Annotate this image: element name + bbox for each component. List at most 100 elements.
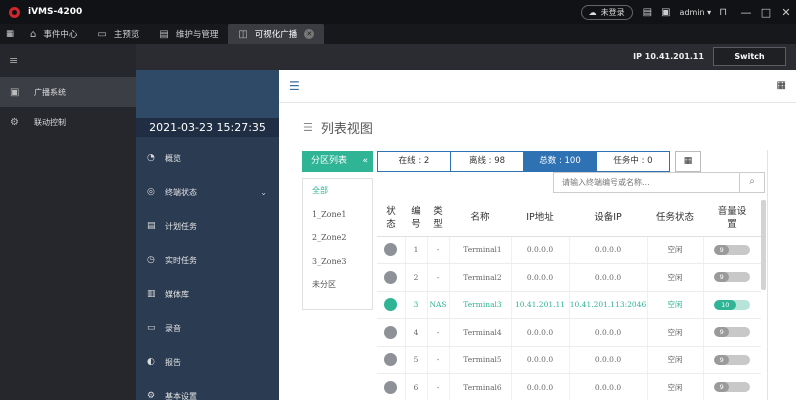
table-row[interactable]: 6- Terminal6 0.0.0.0 0.0.0.0 空闲 9 <box>377 373 761 400</box>
col-status: 状态 <box>377 200 405 237</box>
sidebar-item-overview[interactable]: ◔ 概览 <box>136 141 279 175</box>
sidebar-item-terminal-status[interactable]: ◎ 终端状态 ⌄ <box>136 175 279 209</box>
sidebar-item-label: 实时任务 <box>165 255 197 265</box>
volume-slider[interactable]: 9 <box>714 327 751 338</box>
terminal-search: ⌕ <box>553 172 765 193</box>
datetime-display: 2021-03-23 15:27:35 <box>136 118 279 137</box>
tab-in-task[interactable]: 任务中 : 0 <box>596 151 670 172</box>
menu-maintenance[interactable]: ▤ 维护与管理 <box>149 24 228 44</box>
menu-visual-broadcast[interactable]: ◫ 可视化广播 ✕ <box>228 24 325 44</box>
ip-cell: 0.0.0.0 <box>511 373 570 400</box>
media-library-icon: ▥ <box>147 289 156 299</box>
broadcast-system-icon: ▣ <box>10 86 20 98</box>
module-grid-icon[interactable]: ▦ <box>0 24 20 44</box>
volume-slider[interactable]: 10 <box>714 299 751 310</box>
volume-slider[interactable]: 9 <box>714 354 751 365</box>
ip-cell: 0.0.0.0 <box>511 236 570 264</box>
server-ip: IP 10.41.201.11 <box>633 52 704 61</box>
ip-cell: 0.0.0.0 <box>511 318 570 347</box>
app-grid-icon[interactable]: ▦ <box>777 80 786 91</box>
menu-maintenance-label: 维护与管理 <box>175 30 219 40</box>
vertical-scrollbar[interactable] <box>767 150 773 400</box>
zone-item-all[interactable]: 全部 <box>303 179 372 203</box>
zone-list-label: 分区列表 <box>311 156 348 166</box>
task-status-cell: 空闲 <box>647 291 704 319</box>
table-row[interactable]: 5- Terminal5 0.0.0.0 0.0.0.0 空闲 9 <box>377 346 761 374</box>
nav-linkage-control[interactable]: ⚙ 联动控制 <box>0 107 136 137</box>
zone-item[interactable]: 2_Zone2 <box>303 226 372 250</box>
sidebar-item-schedule[interactable]: ▤ 计划任务 <box>136 209 279 243</box>
grid-view-button[interactable]: ▦ <box>675 151 701 172</box>
volume-value: 9 <box>714 272 730 283</box>
type-cell: - <box>427 263 450 292</box>
image-icon[interactable]: ▣ <box>661 7 670 18</box>
table-row[interactable]: 3 NAS Terminal3 10.41.201.11 10.41.201.113:2… <box>377 291 761 319</box>
menu-main-preview[interactable]: ▭ 主预览 <box>87 24 149 44</box>
offline-status-icon <box>384 270 398 284</box>
close-tab-icon[interactable]: ✕ <box>304 29 315 39</box>
name-cell: Terminal3 <box>449 291 512 319</box>
search-input[interactable] <box>554 173 740 192</box>
volume-slider[interactable]: 9 <box>714 382 751 393</box>
offline-status-icon <box>384 325 398 339</box>
maximize-button[interactable]: □ <box>756 6 776 19</box>
tab-offline[interactable]: 离线 : 98 <box>450 151 524 172</box>
ip-cell: 0.0.0.0 <box>511 263 570 292</box>
type-cell: - <box>427 346 450 374</box>
menu-event-center[interactable]: ⌂ 事件中心 <box>20 24 87 44</box>
volume-slider[interactable]: 9 <box>714 244 751 255</box>
tab-total[interactable]: 总数 : 100 <box>523 151 597 172</box>
menu-main-preview-label: 主预览 <box>113 30 140 40</box>
tab-online[interactable]: 在线 : 2 <box>377 151 451 172</box>
menu-event-center-label: 事件中心 <box>43 30 78 40</box>
sidebar-item-report[interactable]: ◐ 报告 <box>136 345 279 379</box>
login-status-button[interactable]: ☁ 未登录 <box>580 4 633 20</box>
volume-value: 9 <box>714 244 730 255</box>
event-icon: ⌂ <box>30 28 37 40</box>
sidebar-item-realtime[interactable]: ◷ 实时任务 <box>136 243 279 277</box>
sidebar-item-recording[interactable]: ▭ 录音 <box>136 311 279 345</box>
volume-cell: 10 <box>703 291 761 319</box>
number-cell: 6 <box>405 373 428 400</box>
status-cell <box>377 318 406 347</box>
scroll-thumb[interactable] <box>761 200 766 290</box>
collapse-menu-icon[interactable]: ≡ <box>0 44 136 77</box>
view-title: ☰ 列表视图 <box>303 118 373 137</box>
minimize-button[interactable]: — <box>736 6 756 19</box>
table-row[interactable]: 1- Terminal1 0.0.0.0 0.0.0.0 空闲 9 <box>377 236 761 264</box>
online-status-icon <box>384 298 398 312</box>
view-title-text: 列表视图 <box>320 122 373 137</box>
settings-icon: ⚙ <box>147 391 156 400</box>
volume-value: 9 <box>714 382 730 393</box>
table-row[interactable]: 2- Terminal2 0.0.0.0 0.0.0.0 空闲 9 <box>377 263 761 292</box>
sidebar-toggle-icon[interactable]: ☰ <box>289 79 300 93</box>
nav-broadcast-system[interactable]: ▣ 广播系统 <box>0 77 136 107</box>
name-cell: Terminal4 <box>449 318 512 347</box>
lock-icon[interactable]: ⊓ <box>719 7 727 18</box>
title-bar: iVMS-4200 ☁ 未登录 ▤ ▣ admin ▾ ⊓ — □ ✕ <box>0 0 796 24</box>
switch-button[interactable]: Switch <box>713 47 786 66</box>
close-window-button[interactable]: ✕ <box>776 6 796 19</box>
zone-item[interactable]: 1_Zone1 <box>303 203 372 227</box>
number-cell: 4 <box>405 318 428 347</box>
app-title: iVMS-4200 <box>28 7 83 17</box>
status-tabs: 在线 : 2 离线 : 98 总数 : 100 任务中 : 0 <box>377 151 670 172</box>
search-button[interactable]: ⌕ <box>739 173 764 192</box>
task-status-cell: 空闲 <box>647 373 704 400</box>
ip-cell: 0.0.0.0 <box>511 346 570 374</box>
zone-list-button[interactable]: 分区列表 « <box>302 151 373 172</box>
sidebar-item-settings[interactable]: ⚙ 基本设置 <box>136 379 279 400</box>
list-icon: ☰ <box>303 121 313 134</box>
ip-cell: 10.41.201.11 <box>511 291 570 319</box>
table-body: 1- Terminal1 0.0.0.0 0.0.0.0 空闲 9 2- Terminal2 0… <box>377 236 761 400</box>
zone-item[interactable]: 3_Zone3 <box>303 250 372 274</box>
clipboard-icon[interactable]: ▤ <box>643 7 652 18</box>
type-cell: - <box>427 236 450 264</box>
table-row[interactable]: 4- Terminal4 0.0.0.0 0.0.0.0 空闲 9 <box>377 318 761 347</box>
sidebar-item-media-library[interactable]: ▥ 媒体库 <box>136 277 279 311</box>
user-menu[interactable]: admin ▾ <box>680 8 712 17</box>
task-status-cell: 空闲 <box>647 318 704 347</box>
volume-slider[interactable]: 9 <box>714 272 751 283</box>
zone-item-unassigned[interactable]: 未分区 <box>303 273 372 297</box>
name-cell: Terminal2 <box>449 263 512 292</box>
